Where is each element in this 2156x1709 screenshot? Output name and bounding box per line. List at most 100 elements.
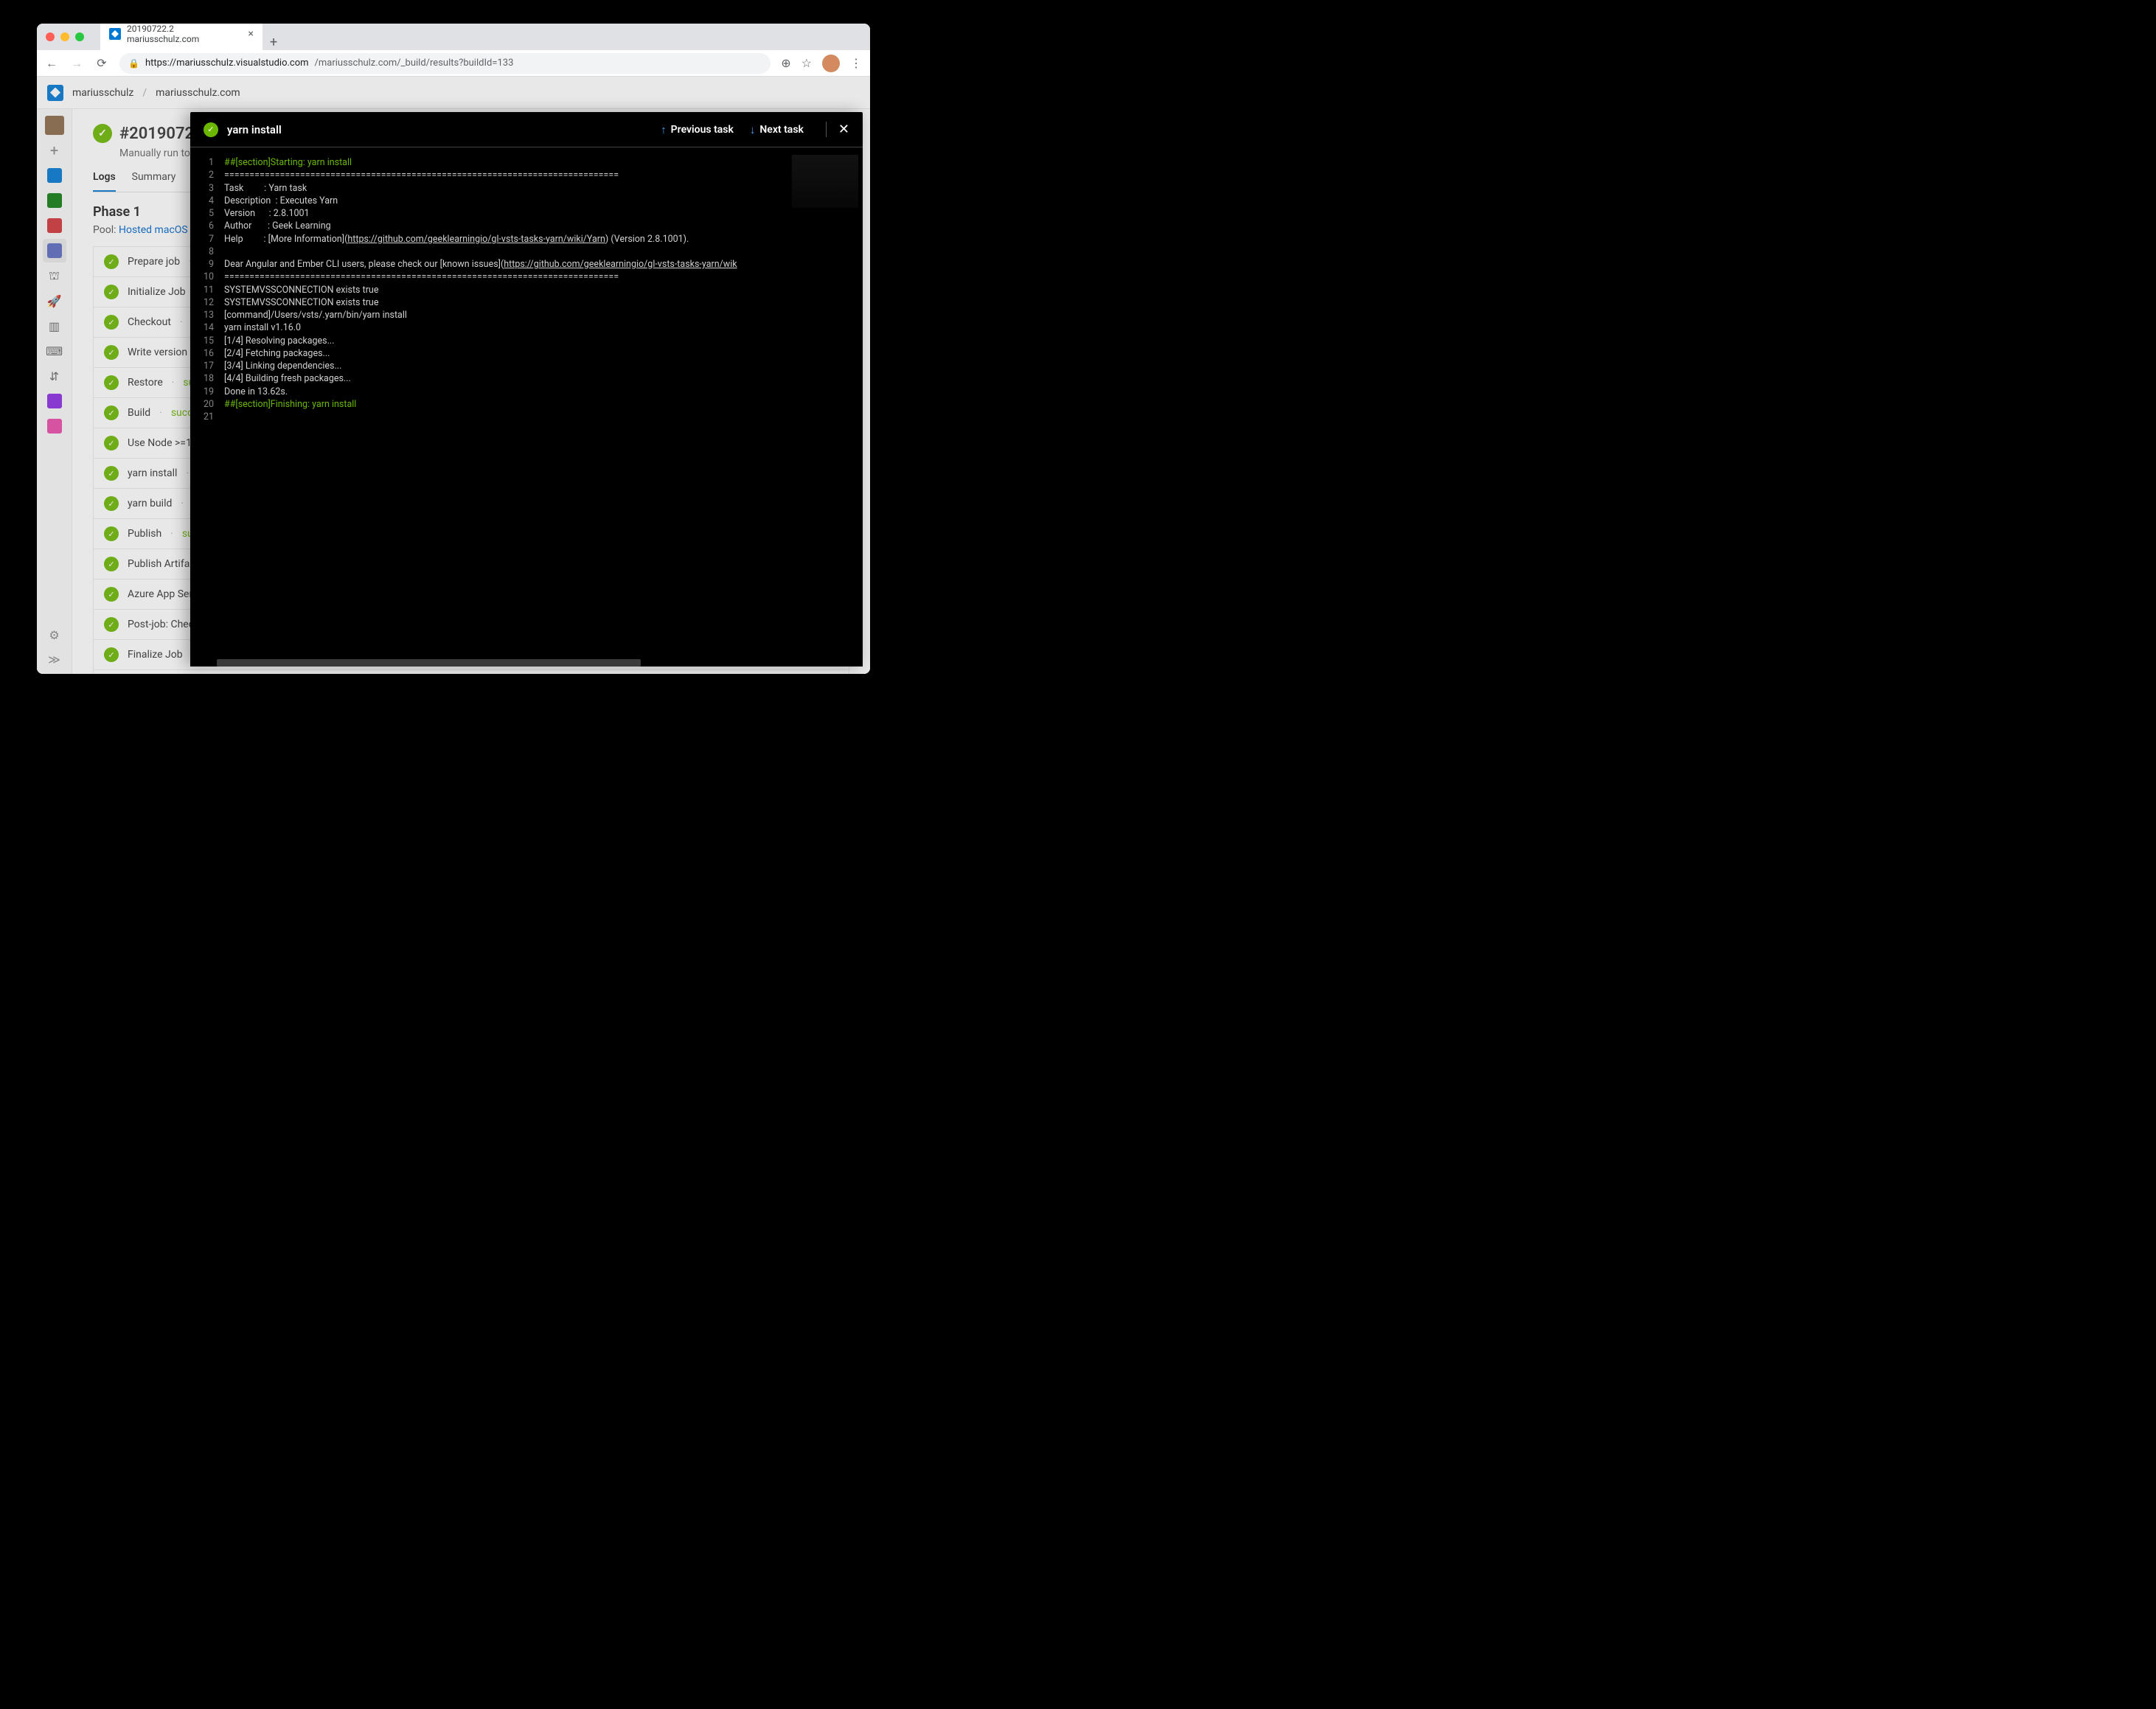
line-number: 19 bbox=[190, 386, 224, 398]
next-task-button[interactable]: ↓ Next task bbox=[750, 123, 804, 136]
log-title: yarn install bbox=[227, 123, 282, 136]
log-line: 14yarn install v1.16.0 bbox=[190, 321, 863, 334]
line-number: 13 bbox=[190, 309, 224, 321]
close-tab-icon[interactable]: × bbox=[248, 28, 254, 40]
log-line: 13[command]/Users/vsts/.yarn/bin/yarn in… bbox=[190, 309, 863, 321]
forward-button[interactable]: → bbox=[69, 56, 84, 71]
line-text: SYSTEMVSSCONNECTION exists true bbox=[224, 296, 863, 309]
line-text: yarn install v1.16.0 bbox=[224, 321, 863, 334]
line-text: [1/4] Resolving packages... bbox=[224, 335, 863, 347]
log-line: 11SYSTEMVSSCONNECTION exists true bbox=[190, 284, 863, 296]
tabstrip: 20190722.2 mariusschulz.com × + bbox=[100, 24, 277, 50]
line-number: 15 bbox=[190, 335, 224, 347]
log-line: 15[1/4] Resolving packages... bbox=[190, 335, 863, 347]
log-line: 2=======================================… bbox=[190, 169, 863, 181]
log-line: 16[2/4] Fetching packages... bbox=[190, 347, 863, 360]
log-line: 3Task : Yarn task bbox=[190, 182, 863, 195]
log-line: 8 bbox=[190, 246, 863, 258]
line-text: ##[section]Starting: yarn install bbox=[224, 156, 863, 169]
line-text: ========================================… bbox=[224, 271, 863, 283]
line-number: 17 bbox=[190, 360, 224, 372]
line-number: 1 bbox=[190, 156, 224, 169]
prev-label: Previous task bbox=[671, 124, 734, 136]
bookmark-icon[interactable]: ☆ bbox=[801, 56, 812, 70]
line-text: Task : Yarn task bbox=[224, 182, 863, 195]
url-host: https://mariusschulz.visualstudio.com bbox=[145, 58, 309, 69]
zoom-icon[interactable]: ⊕ bbox=[781, 56, 790, 70]
arrow-up-icon: ↑ bbox=[661, 123, 667, 136]
line-number: 12 bbox=[190, 296, 224, 309]
line-text: [2/4] Fetching packages... bbox=[224, 347, 863, 360]
address-bar[interactable]: 🔒 https://mariusschulz.visualstudio.com /… bbox=[119, 53, 771, 74]
minimize-window[interactable] bbox=[60, 32, 69, 41]
line-number: 3 bbox=[190, 182, 224, 195]
log-body[interactable]: 1##[section]Starting: yarn install2=====… bbox=[190, 147, 863, 659]
line-text: [command]/Users/vsts/.yarn/bin/yarn inst… bbox=[224, 309, 863, 321]
line-number: 8 bbox=[190, 246, 224, 258]
previous-task-button[interactable]: ↑ Previous task bbox=[661, 123, 734, 136]
browser-window: 20190722.2 mariusschulz.com × + ← → ⟳ 🔒 … bbox=[37, 24, 870, 674]
log-line: 9Dear Angular and Ember CLI users, pleas… bbox=[190, 258, 863, 271]
reload-button[interactable]: ⟳ bbox=[94, 56, 109, 71]
line-text: Dear Angular and Ember CLI users, please… bbox=[224, 258, 863, 271]
line-text bbox=[224, 411, 863, 423]
line-number: 2 bbox=[190, 169, 224, 181]
line-number: 20 bbox=[190, 398, 224, 411]
close-window[interactable] bbox=[46, 32, 55, 41]
browser-toolbar: ← → ⟳ 🔒 https://mariusschulz.visualstudi… bbox=[37, 50, 870, 77]
line-number: 5 bbox=[190, 207, 224, 220]
log-panel: ✓ yarn install ↑ Previous task ↓ Next ta… bbox=[190, 112, 863, 666]
browser-menu-icon[interactable]: ⋮ bbox=[850, 56, 863, 70]
line-text: Version : 2.8.1001 bbox=[224, 207, 863, 220]
titlebar: 20190722.2 mariusschulz.com × + bbox=[37, 24, 870, 50]
line-text: Done in 13.62s. bbox=[224, 386, 863, 398]
next-label: Next task bbox=[759, 124, 804, 136]
line-number: 21 bbox=[190, 411, 224, 423]
log-line: 10======================================… bbox=[190, 271, 863, 283]
arrow-down-icon: ↓ bbox=[750, 123, 756, 136]
profile-avatar[interactable] bbox=[822, 55, 840, 72]
log-line: 19Done in 13.62s. bbox=[190, 386, 863, 398]
log-line: 1##[section]Starting: yarn install bbox=[190, 156, 863, 169]
browser-tab[interactable]: 20190722.2 mariusschulz.com × bbox=[100, 24, 262, 50]
log-line: 4Description : Executes Yarn bbox=[190, 195, 863, 207]
log-line: 18[4/4] Building fresh packages... bbox=[190, 372, 863, 385]
back-button[interactable]: ← bbox=[44, 56, 59, 71]
azure-devops-favicon bbox=[109, 28, 121, 40]
log-line: 7Help : [More Information](https://githu… bbox=[190, 233, 863, 246]
url-path: /mariusschulz.com/_build/results?buildId… bbox=[315, 58, 514, 69]
line-number: 7 bbox=[190, 233, 224, 246]
line-text: SYSTEMVSSCONNECTION exists true bbox=[224, 284, 863, 296]
new-tab-button[interactable]: + bbox=[270, 35, 277, 50]
line-number: 16 bbox=[190, 347, 224, 360]
log-line: 6Author : Geek Learning bbox=[190, 220, 863, 232]
line-text: [3/4] Linking dependencies... bbox=[224, 360, 863, 372]
line-text bbox=[224, 246, 863, 258]
log-line: 12SYSTEMVSSCONNECTION exists true bbox=[190, 296, 863, 309]
line-text: ##[section]Finishing: yarn install bbox=[224, 398, 863, 411]
line-number: 9 bbox=[190, 258, 224, 271]
line-number: 6 bbox=[190, 220, 224, 232]
log-header: ✓ yarn install ↑ Previous task ↓ Next ta… bbox=[190, 112, 863, 147]
line-text: ========================================… bbox=[224, 169, 863, 181]
line-number: 11 bbox=[190, 284, 224, 296]
log-success-icon: ✓ bbox=[204, 122, 218, 137]
log-line: 17[3/4] Linking dependencies... bbox=[190, 360, 863, 372]
zoom-window[interactable] bbox=[75, 32, 84, 41]
line-number: 4 bbox=[190, 195, 224, 207]
lock-icon: 🔒 bbox=[128, 58, 139, 69]
log-line: 20##[section]Finishing: yarn install bbox=[190, 398, 863, 411]
log-line: 5Version : 2.8.1001 bbox=[190, 207, 863, 220]
line-text: Author : Geek Learning bbox=[224, 220, 863, 232]
line-number: 14 bbox=[190, 321, 224, 334]
line-text: Description : Executes Yarn bbox=[224, 195, 863, 207]
line-number: 10 bbox=[190, 271, 224, 283]
log-line: 21 bbox=[190, 411, 863, 423]
log-scrollbar[interactable] bbox=[190, 659, 863, 666]
line-text: Help : [More Information](https://github… bbox=[224, 233, 863, 246]
line-number: 18 bbox=[190, 372, 224, 385]
line-text: [4/4] Building fresh packages... bbox=[224, 372, 863, 385]
tab-title: 20190722.2 mariusschulz.com bbox=[127, 24, 237, 44]
traffic-lights bbox=[46, 32, 84, 41]
close-log-button[interactable]: ✕ bbox=[826, 122, 849, 137]
